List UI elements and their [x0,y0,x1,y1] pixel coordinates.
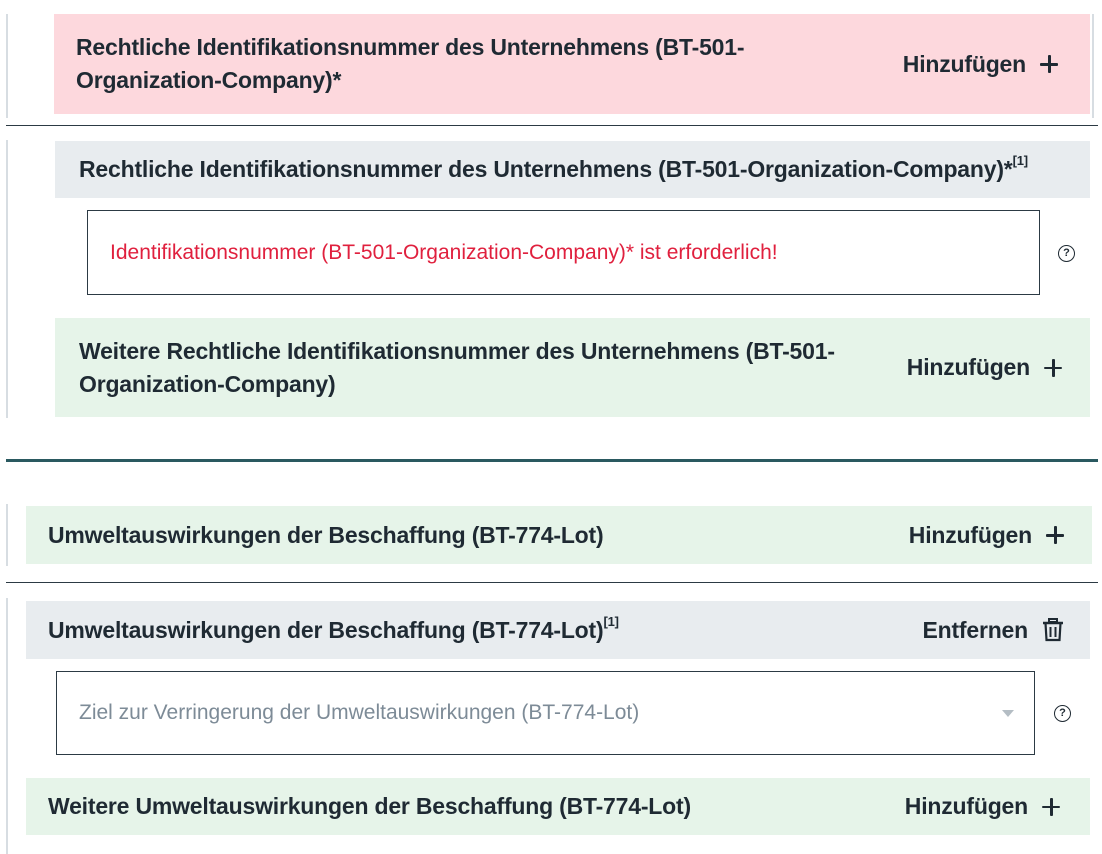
panel-border [6,504,8,566]
help-icon[interactable]: ? [1054,705,1071,722]
plus-icon [1046,526,1064,544]
environmental-goal-select[interactable]: Ziel zur Verringerung der Umweltauswirku… [56,671,1035,755]
add-more-environmental-impact-button[interactable]: Hinzufügen [905,790,1060,823]
panel-divider [6,582,1098,583]
more-environmental-impact-label: Weitere Umweltauswirkungen der Beschaffu… [48,793,691,819]
panel-border [6,598,8,854]
more-company-id-header: Weitere Rechtliche Identifikationsnummer… [55,318,1090,417]
environmental-goal-placeholder: Ziel zur Verringerung der Umweltauswirku… [79,701,640,724]
caret-down-icon[interactable] [1002,709,1014,717]
add-company-id-button[interactable]: Hinzufügen [903,48,1058,81]
panel-border [6,140,8,418]
add-environmental-impact-button[interactable]: Hinzufügen [909,519,1064,552]
company-id-entry-title: Rechtliche Identifikationsnummer des Unt… [79,153,1029,182]
panel-border [1092,14,1094,118]
add-button-label: Hinzufügen [904,793,1028,819]
company-id-entry-header: Rechtliche Identifikationsnummer des Unt… [55,141,1090,198]
entry-index: [1] [603,613,619,629]
plus-icon [1040,55,1058,73]
environmental-impact-entry-header: Umweltauswirkungen der Beschaffung (BT-7… [26,601,1090,659]
more-environmental-impact-header: Weitere Umweltauswirkungen der Beschaffu… [26,778,1090,835]
add-button-label: Hinzufügen [902,50,1026,77]
required-company-id-header: Rechtliche Identifikationsnummer des Unt… [54,14,1090,114]
plus-icon [1044,358,1062,377]
environmental-impact-header: Umweltauswirkungen der Beschaffung (BT-7… [26,506,1092,564]
help-icon[interactable]: ? [1058,245,1075,262]
add-button-label: Hinzufügen [906,354,1030,380]
environmental-impact-label: Umweltauswirkungen der Beschaffung (BT-7… [48,521,604,548]
panel-border [6,14,8,118]
entry-index: [1] [1012,153,1029,169]
panel-divider [6,125,1098,126]
add-more-company-id-button[interactable]: Hinzufügen [907,351,1062,384]
environmental-impact-entry-title: Umweltauswirkungen der Beschaffung (BT-7… [48,613,619,643]
section-divider [6,459,1098,462]
trash-icon [1043,618,1063,642]
remove-button-label: Entfernen [922,616,1028,643]
more-company-id-label: Weitere Rechtliche Identifikationsnummer… [79,337,835,397]
company-id-input[interactable]: Identifikationsnummer (BT-501-Organizati… [87,210,1040,295]
remove-environmental-impact-button[interactable]: Entfernen [922,614,1064,647]
add-button-label: Hinzufügen [908,521,1032,548]
plus-icon [1042,797,1060,816]
company-id-error-message: Identifikationsnummer (BT-501-Organizati… [110,240,778,264]
form-canvas: Rechtliche Identifikationsnummer des Unt… [0,0,1102,854]
required-company-id-label: Rechtliche Identifikationsnummer des Unt… [76,34,745,93]
